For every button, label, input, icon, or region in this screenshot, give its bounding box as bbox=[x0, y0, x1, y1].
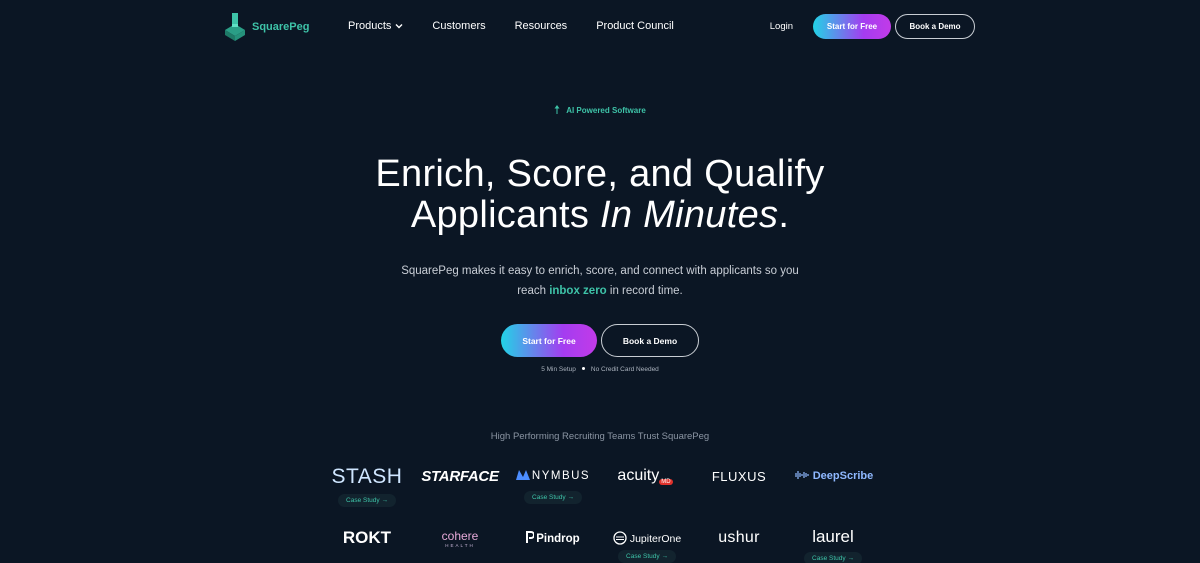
hero-cta-group: Start for Free Book a Demo bbox=[501, 324, 699, 357]
customer-logo-laurel[interactable]: laurel Case Study → bbox=[783, 527, 883, 563]
fluxus-logo: FLUXUS bbox=[711, 469, 767, 484]
ai-badge: AI Powered Software bbox=[0, 105, 1200, 115]
subtext-line2-post: in record time. bbox=[606, 285, 683, 297]
headline-line1: Enrich, Score, and Qualify bbox=[375, 153, 825, 195]
jupiterone-logo: JupiterOne bbox=[597, 531, 697, 545]
subtext-line1: SquarePeg makes it easy to enrich, score… bbox=[401, 265, 799, 277]
nymbus-mark-icon bbox=[515, 470, 530, 480]
nav-links: Products Customers Resources Product Cou… bbox=[348, 20, 703, 32]
jupiterone-mark-icon bbox=[613, 531, 627, 545]
customer-logo-nymbus[interactable]: NYMBUS Case Study → bbox=[503, 470, 603, 504]
laurel-logo: laurel bbox=[812, 527, 854, 546]
jupiterone-case-study-link[interactable]: Case Study → bbox=[618, 550, 676, 563]
nav-product-council[interactable]: Product Council bbox=[596, 20, 674, 32]
deepscribe-logo: DeepScribe bbox=[783, 470, 883, 482]
customer-logo-deepscribe: DeepScribe bbox=[783, 470, 883, 482]
pindrop-label: Pindrop bbox=[536, 533, 580, 545]
ai-badge-label: AI Powered Software bbox=[566, 106, 646, 115]
starface-logo: STARFACE bbox=[421, 468, 499, 485]
customer-logo-fluxus: FLUXUS bbox=[689, 469, 789, 484]
cohere-sub-label: HEALTH bbox=[445, 543, 475, 548]
customer-logo-acuity: acuity MD bbox=[595, 467, 695, 485]
nymbus-logo: NYMBUS bbox=[503, 470, 603, 482]
chevron-down-icon bbox=[395, 24, 403, 29]
customer-logo-pindrop: Pindrop bbox=[503, 531, 603, 545]
nav-products[interactable]: Products bbox=[348, 20, 403, 32]
brand-name: SquarePeg bbox=[252, 21, 310, 33]
hero-start-free-button[interactable]: Start for Free bbox=[501, 324, 597, 357]
deepscribe-label: DeepScribe bbox=[812, 470, 874, 482]
headline-line2-end: . bbox=[778, 194, 790, 236]
pindrop-logo: Pindrop bbox=[503, 531, 603, 545]
no-credit-card: No Credit Card Needed bbox=[590, 366, 659, 373]
setup-time: 5 Min Setup bbox=[541, 366, 576, 373]
nav-resources[interactable]: Resources bbox=[515, 20, 568, 32]
acuity-md-badge: MD bbox=[659, 479, 673, 485]
stash-case-study-link[interactable]: Case Study → bbox=[338, 494, 396, 507]
customer-logo-ushur: ushur bbox=[689, 529, 789, 547]
bullet-dot bbox=[581, 367, 585, 370]
headline-line2-plain: Applicants bbox=[410, 194, 600, 236]
ushur-logo: ushur bbox=[718, 529, 760, 546]
laurel-case-study-link[interactable]: Case Study → bbox=[804, 552, 862, 563]
hero-subtext: SquarePeg makes it easy to enrich, score… bbox=[0, 261, 1200, 301]
nav-customers[interactable]: Customers bbox=[432, 20, 485, 32]
hero-headline: Enrich, Score, and Qualify Applicants In… bbox=[0, 154, 1200, 236]
cohere-logo: cohere bbox=[441, 529, 479, 543]
hero-book-demo-button[interactable]: Book a Demo bbox=[601, 324, 699, 357]
nav-start-free-button[interactable]: Start for Free bbox=[813, 14, 891, 39]
nav-actions: Login Start for Free Book a Demo bbox=[770, 14, 975, 39]
waveform-icon bbox=[795, 471, 809, 479]
rokt-logo: ROKT bbox=[342, 528, 392, 547]
pindrop-mark-icon bbox=[526, 531, 536, 543]
stash-logo: STASH bbox=[331, 465, 403, 488]
top-nav: SquarePeg Products Customers Resources P… bbox=[0, 0, 1200, 54]
customer-logo-starface: STARFACE bbox=[410, 468, 510, 485]
subtext-highlight: inbox zero bbox=[549, 285, 607, 297]
nymbus-case-study-link[interactable]: Case Study → bbox=[524, 491, 582, 504]
customer-logo-stash[interactable]: STASH Case Study → bbox=[317, 465, 417, 507]
nav-products-label: Products bbox=[348, 20, 392, 32]
brand-logo[interactable]: SquarePeg bbox=[224, 12, 309, 42]
headline-line2-italic: In Minutes bbox=[600, 194, 779, 236]
acuity-label: acuity bbox=[617, 467, 660, 484]
squarepeg-logo-icon bbox=[225, 13, 245, 41]
jupiterone-label: JupiterOne bbox=[629, 533, 682, 545]
subtext-line2-pre: reach bbox=[517, 285, 550, 297]
acuity-logo: acuity MD bbox=[595, 467, 695, 485]
trust-heading: High Performing Recruiting Teams Trust S… bbox=[490, 431, 710, 442]
login-link[interactable]: Login bbox=[770, 21, 793, 32]
nav-book-demo-button[interactable]: Book a Demo bbox=[895, 14, 975, 39]
bolt-icon bbox=[554, 105, 560, 114]
setup-note: 5 Min Setup No Credit Card Needed bbox=[0, 366, 1200, 373]
customer-logo-cohere: cohere HEALTH bbox=[410, 529, 510, 548]
customer-logo-jupiterone[interactable]: JupiterOne Case Study → bbox=[597, 531, 697, 563]
nymbus-label: NYMBUS bbox=[531, 470, 591, 482]
customer-logo-rokt: ROKT bbox=[317, 528, 417, 548]
